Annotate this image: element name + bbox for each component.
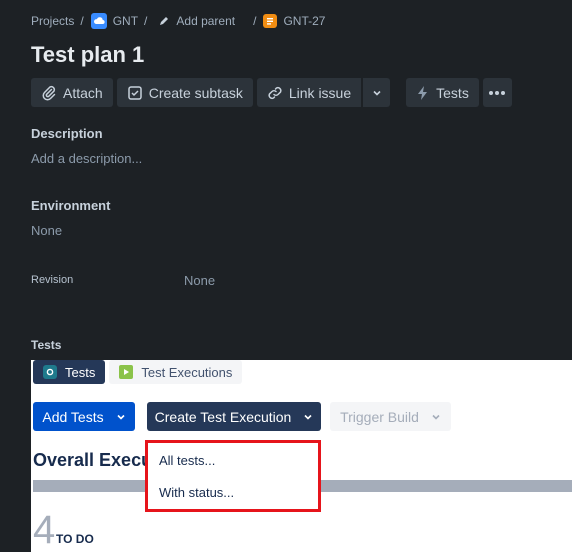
more-icon	[489, 90, 506, 95]
breadcrumb-projects[interactable]: Projects	[31, 14, 74, 28]
test-plan-icon	[263, 14, 278, 28]
create-subtask-label: Create subtask	[148, 84, 243, 101]
create-test-execution-label: Create Test Execution	[154, 408, 292, 425]
breadcrumb-separator: /	[253, 14, 257, 28]
link-issue-label: Link issue	[288, 84, 352, 101]
tab-tests[interactable]: Tests	[33, 360, 106, 384]
breadcrumb-separator: /	[80, 14, 84, 28]
menu-item-all-tests[interactable]: All tests...	[159, 453, 215, 468]
tab-test-executions-label: Test Executions	[141, 364, 233, 380]
add-parent-label: Add parent	[176, 14, 236, 28]
description-label: Description	[31, 126, 103, 141]
tests-label: Tests	[436, 84, 469, 101]
tab-test-executions[interactable]: Test Executions	[109, 360, 243, 384]
menu-item-with-status[interactable]: With status...	[159, 485, 234, 500]
add-tests-label: Add Tests	[42, 408, 104, 425]
breadcrumb-project-label: GNT	[112, 14, 139, 28]
todo-count: 4	[33, 508, 56, 552]
overall-execution-heading: Overall Execu	[33, 450, 153, 470]
add-parent-link[interactable]: Add parent	[158, 14, 235, 28]
attach-label: Attach	[63, 84, 103, 101]
create-test-execution-button[interactable]: Create Test Execution	[147, 402, 321, 431]
breadcrumb-project[interactable]: GNT	[90, 13, 139, 29]
more-actions-button[interactable]	[482, 78, 512, 107]
chevron-down-icon	[117, 414, 125, 420]
tests-button[interactable]: Tests	[406, 78, 479, 107]
revision-label: Revision	[31, 274, 74, 286]
breadcrumb: Projects / GNT / Add parent / GNT-27	[31, 12, 325, 30]
trigger-build-label: Trigger Build	[340, 408, 419, 425]
page-title[interactable]: Test plan 1	[31, 42, 144, 68]
lightning-icon	[418, 85, 428, 100]
issue-toolbar: Attach Create subtask Link issue Tests	[31, 78, 512, 107]
tab-tests-label: Tests	[65, 364, 96, 380]
breadcrumb-issue[interactable]: GNT-27	[263, 14, 325, 28]
revision-value[interactable]: None	[184, 273, 215, 288]
environment-value[interactable]: None	[31, 223, 62, 238]
chevron-down-icon	[304, 414, 312, 420]
tests-tabs: Tests Test Executions	[31, 360, 243, 384]
environment-label: Environment	[31, 198, 111, 213]
cloud-icon	[90, 13, 107, 29]
link-issue-dropdown-button[interactable]	[362, 78, 391, 107]
create-test-execution-menu: All tests... With status...	[145, 440, 321, 512]
subtask-icon	[127, 85, 142, 100]
link-icon	[268, 86, 282, 99]
add-tests-button[interactable]: Add Tests	[33, 402, 135, 431]
todo-label: TO DO	[56, 532, 94, 546]
description-field[interactable]: Add a description...	[31, 151, 142, 166]
paperclip-icon	[42, 85, 56, 100]
breadcrumb-separator: /	[144, 14, 148, 28]
breadcrumb-issue-label: GNT-27	[283, 14, 326, 28]
chevron-down-icon	[432, 414, 440, 420]
pencil-icon	[158, 15, 170, 27]
tests-tab-icon	[43, 365, 57, 379]
tests-section-label: Tests	[31, 338, 62, 352]
trigger-build-button[interactable]: Trigger Build	[330, 402, 451, 431]
attach-button[interactable]: Attach	[31, 78, 113, 107]
play-icon	[119, 365, 134, 379]
link-issue-button[interactable]: Link issue	[256, 78, 362, 107]
chevron-down-icon	[373, 90, 381, 96]
create-subtask-button[interactable]: Create subtask	[116, 78, 253, 107]
